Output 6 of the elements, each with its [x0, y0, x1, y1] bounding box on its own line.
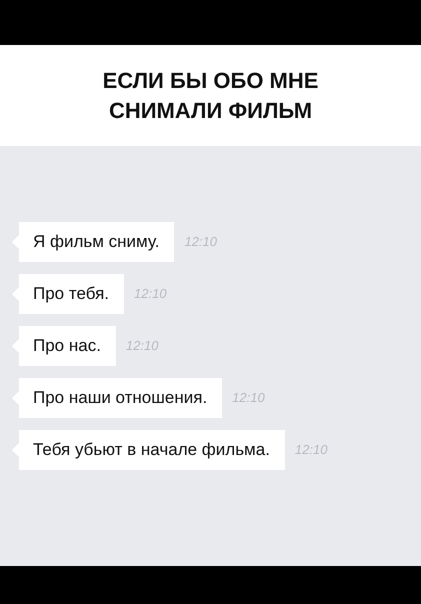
meme-title: ЕСЛИ БЫ ОБО МНЕ СНИМАЛИ ФИЛЬМ [102, 66, 320, 124]
message-bubble: Про наши отношения. [12, 378, 222, 418]
message-bubble: Я фильм сниму. [12, 222, 174, 262]
message-bubble: Про нас. [12, 326, 116, 366]
message-bubble: Про тебя. [12, 274, 124, 314]
message-bubble: Тебя убьют в начале фильма. [12, 430, 285, 470]
